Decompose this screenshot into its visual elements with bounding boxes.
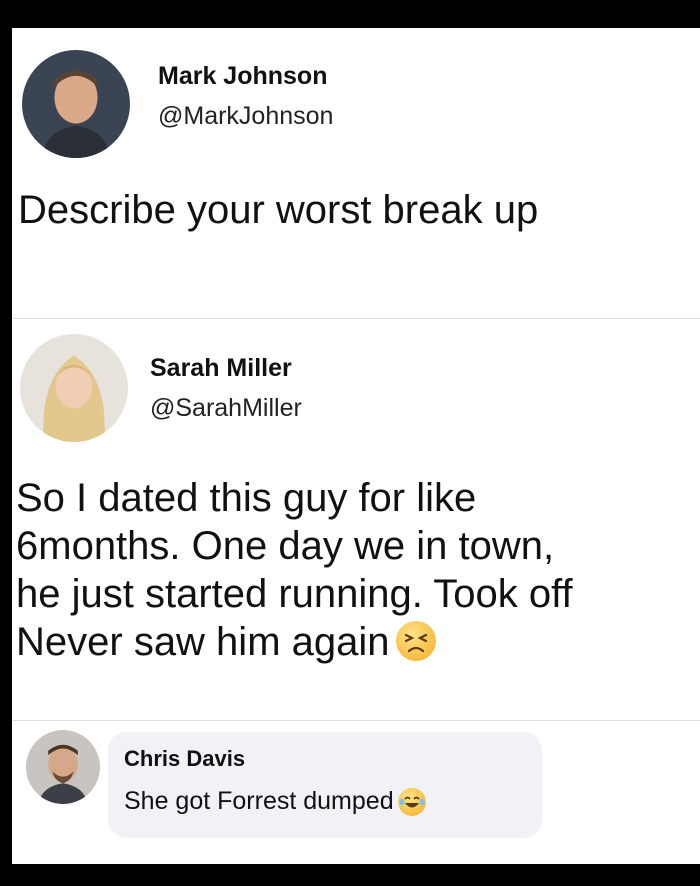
avatar-mark-johnson[interactable]	[22, 50, 130, 158]
persevering-face-emoji-icon	[395, 621, 436, 662]
tears-of-joy-emoji-icon	[397, 788, 426, 817]
avatar-chris-davis[interactable]	[26, 730, 100, 804]
post-text-content: So I dated this guy for like 6months. On…	[16, 476, 573, 664]
comment-bubble: Chris Davis She got Forrest dumped	[108, 732, 542, 838]
author-name[interactable]: Mark Johnson	[158, 62, 327, 91]
author-handle[interactable]: @MarkJohnson	[158, 102, 333, 131]
post-text: Describe your worst break up	[18, 188, 539, 232]
divider	[12, 318, 700, 319]
post-mark-johnson: Mark Johnson @MarkJohnson Describe your …	[12, 28, 700, 318]
post-sarah-miller: Sarah Miller @SarahMiller So I dated thi…	[12, 320, 700, 720]
author-handle[interactable]: @SarahMiller	[150, 394, 302, 423]
commenter-name[interactable]: Chris Davis	[124, 746, 245, 772]
comment-text: She got Forrest dumped	[124, 786, 426, 817]
author-name[interactable]: Sarah Miller	[150, 354, 292, 383]
avatar-sarah-miller[interactable]	[20, 334, 128, 442]
divider	[12, 720, 700, 721]
comment-chris-davis: Chris Davis She got Forrest dumped	[12, 722, 700, 864]
screenshot-card: Mark Johnson @MarkJohnson Describe your …	[12, 28, 700, 864]
post-text: So I dated this guy for like 6months. On…	[16, 474, 573, 666]
comment-text-content: She got Forrest dumped	[124, 787, 394, 815]
